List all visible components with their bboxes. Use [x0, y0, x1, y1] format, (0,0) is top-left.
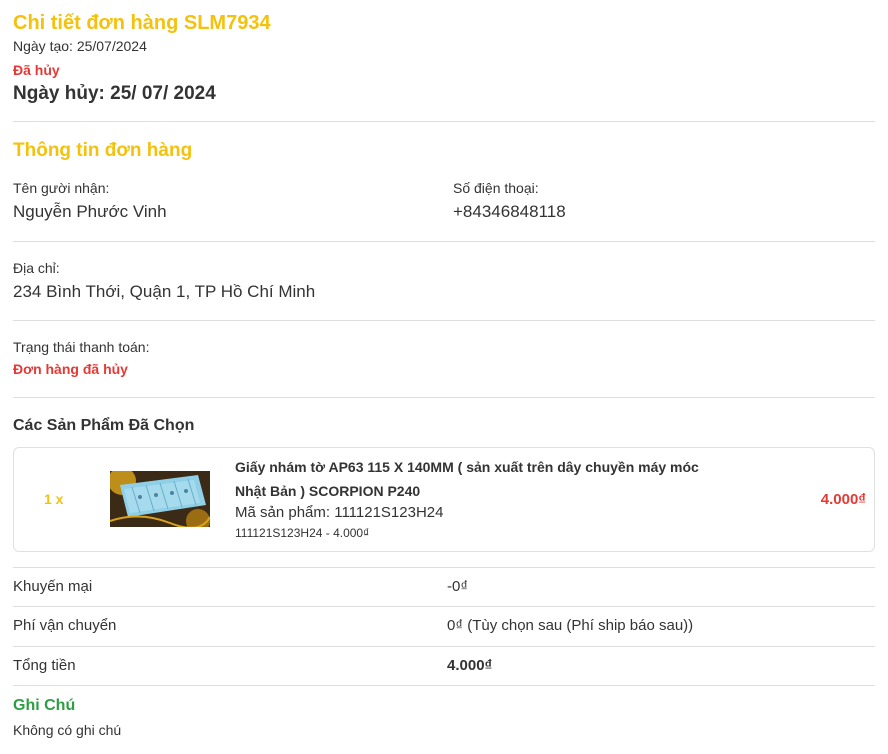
section-title-order-info: Thông tin đơn hàng [13, 140, 193, 161]
divider [13, 397, 875, 398]
note-text: Không có ghi chú [13, 722, 122, 738]
note-heading: Ghi Chú [13, 697, 76, 714]
address-value: 234 Bình Thới, Quận 1, TP Hồ Chí Minh [13, 282, 316, 301]
section-title-products: Các Sản Phẩm Đã Chọn [13, 417, 195, 434]
payment-status-label: Trạng thái thanh toán: [13, 339, 150, 355]
product-code: Mã sản phẩm: 111121S123H24 [235, 504, 444, 521]
address-label: Địa chỉ: [13, 260, 60, 276]
divider [13, 320, 875, 321]
divider [13, 685, 875, 686]
divider [13, 567, 875, 568]
created-date: Ngày tạo: 25/07/2024 [13, 38, 147, 54]
cancel-date: Ngày hủy: 25/ 07/ 2024 [13, 83, 216, 104]
product-variant: 111121S123H24 - 4.000₫ [235, 526, 370, 540]
product-name-line2[interactable]: Nhật Bản ) SCORPION P240 [235, 483, 420, 499]
discount-label: Khuyến mại [13, 578, 93, 595]
recipient-value: Nguyễn Phước Vinh [13, 202, 167, 221]
total-label: Tổng tiền [13, 657, 76, 674]
shipping-label: Phí vận chuyển [13, 617, 117, 634]
discount-value: -0₫ [447, 578, 469, 595]
product-name-line1[interactable]: Giấy nhám tờ AP63 115 X 140MM ( sản xuất… [235, 459, 699, 475]
total-value: 4.000₫ [447, 657, 493, 674]
divider [13, 606, 875, 607]
payment-status-value: Đơn hàng đã hủy [13, 361, 128, 377]
divider [13, 241, 875, 242]
divider [13, 646, 875, 647]
page-title: Chi tiết đơn hàng SLM7934 [13, 12, 271, 34]
status-badge: Đã hủy [13, 62, 60, 78]
recipient-label: Tên gười nhận: [13, 180, 110, 196]
phone-value: +84346848118 [453, 202, 566, 221]
shipping-value: 0₫ (Tùy chọn sau (Phí ship báo sau)) [447, 617, 694, 634]
product-card[interactable]: 1 x Giấy nhám tờ AP63 115 X 140MM (sản … [13, 447, 875, 552]
sandpaper-photo-icon[interactable] [110, 471, 210, 527]
divider [13, 121, 875, 122]
product-price: 4.000₫ [820, 491, 866, 508]
order-detail-page: Chi tiết đơn hàng SLM7934 Ngày tạo: 25/0… [0, 0, 888, 754]
product-quantity: 1 x [44, 491, 64, 507]
phone-label: Số điện thoại: [453, 180, 539, 196]
